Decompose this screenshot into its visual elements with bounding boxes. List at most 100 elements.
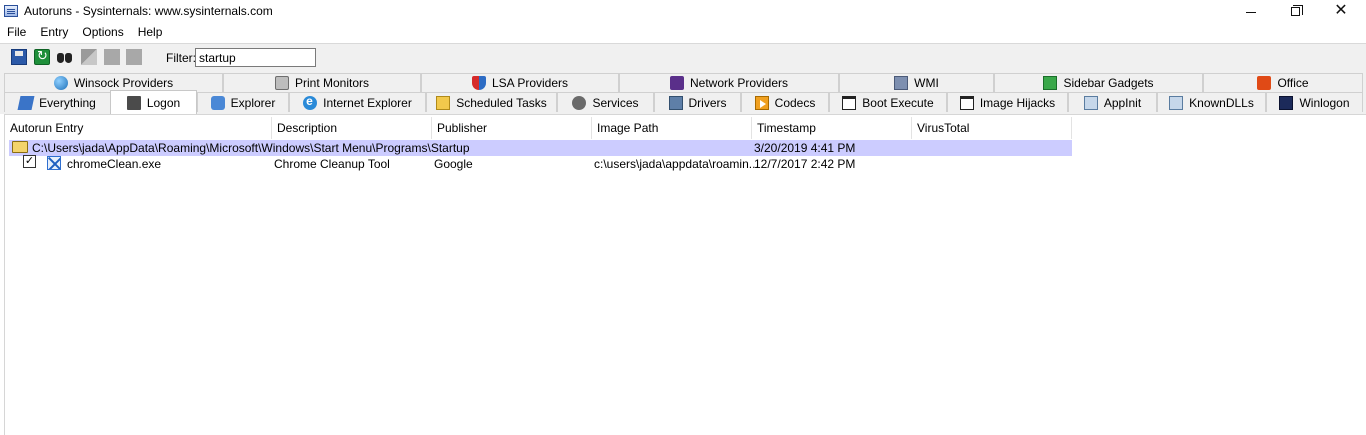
tab-label: Codecs (774, 95, 816, 110)
column-header-virustotal[interactable]: VirusTotal (912, 117, 1072, 139)
tab-codecs[interactable]: Codecs (741, 92, 829, 112)
entry-name: chromeClean.exe (67, 157, 162, 171)
tab-sidebar-gadgets[interactable]: Sidebar Gadgets (994, 73, 1203, 92)
everything-icon (17, 95, 35, 110)
toolbar: Filter: (0, 43, 1366, 70)
tab-logon[interactable]: Logon (110, 90, 197, 114)
boot-execute-icon (842, 95, 857, 110)
tab-label: Everything (39, 95, 96, 110)
group-path: C:\Users\jada\AppData\Roaming\Microsoft\… (32, 141, 470, 155)
drivers-icon (668, 95, 683, 110)
tab-label: Winlogon (1299, 95, 1350, 110)
find-icon[interactable] (57, 49, 73, 65)
entry-enabled-checkbox[interactable]: ✓ (23, 155, 36, 168)
category-tabs: Winsock Providers Print Monitors LSA Pro… (0, 70, 1366, 114)
ie-icon (303, 94, 318, 110)
tab-label: KnownDLLs (1189, 95, 1254, 110)
tab-label: Sidebar Gadgets (1063, 76, 1154, 90)
column-header-timestamp[interactable]: Timestamp (752, 117, 912, 139)
printer-icon (274, 76, 289, 90)
codecs-icon (754, 95, 769, 110)
tab-boot-execute[interactable]: Boot Execute (829, 92, 947, 112)
tab-label: WMI (914, 76, 939, 90)
menu-file[interactable]: File (0, 22, 33, 42)
tab-services[interactable]: Services (557, 92, 654, 112)
group-timestamp: 3/20/2019 4:41 PM (754, 141, 856, 155)
services-icon (572, 95, 587, 110)
maximize-button[interactable] (1272, 0, 1318, 22)
tab-label: Logon (146, 95, 181, 110)
tab-label: Internet Explorer (323, 95, 412, 110)
logon-icon (126, 95, 141, 110)
disabled-tool-icon (104, 49, 120, 65)
filter-input[interactable] (195, 48, 316, 67)
close-button[interactable]: ✕ (1318, 0, 1364, 22)
tab-label: Network Providers (689, 76, 789, 90)
tab-label: AppInit (1103, 95, 1142, 110)
tab-label: Winsock Providers (73, 76, 174, 90)
wmi-icon (894, 76, 909, 90)
tab-winlogon[interactable]: Winlogon (1266, 92, 1363, 112)
tab-label: Scheduled Tasks (456, 95, 547, 110)
chrome-cleanup-icon (47, 156, 61, 170)
winlogon-icon (1279, 95, 1294, 110)
appinit-icon (1083, 95, 1098, 110)
entry-timestamp: 12/7/2017 2:42 PM (754, 157, 856, 171)
tab-label: Drivers (688, 95, 727, 110)
tab-everything[interactable]: Everything (4, 92, 111, 112)
minimize-icon (1246, 11, 1256, 13)
column-header-publisher[interactable]: Publisher (432, 117, 592, 139)
tab-lsa-providers[interactable]: LSA Providers (421, 73, 619, 92)
group-row-startup-folder[interactable]: C:\Users\jada\AppData\Roaming\Microsoft\… (9, 140, 1072, 156)
disabled-tool-icon (126, 49, 142, 65)
tab-print-monitors[interactable]: Print Monitors (223, 73, 421, 92)
autoruns-list[interactable]: Autorun Entry Description Publisher Imag… (4, 114, 1366, 435)
filter-label: Filter: (166, 51, 196, 65)
tab-label: Image Hijacks (979, 95, 1056, 110)
tab-label: Print Monitors (294, 76, 370, 90)
menu-entry[interactable]: Entry (33, 22, 75, 42)
image-hijacks-icon (959, 95, 974, 110)
shield-icon (471, 76, 486, 90)
gadget-icon (1043, 76, 1058, 90)
restore-icon (1290, 4, 1303, 16)
entry-description: Chrome Cleanup Tool (274, 157, 390, 171)
tab-label: Office (1277, 76, 1309, 90)
tab-drivers[interactable]: Drivers (654, 92, 741, 112)
menu-help[interactable]: Help (131, 22, 170, 42)
tab-knowndlls[interactable]: KnownDLLs (1157, 92, 1266, 112)
copy-icon[interactable] (81, 49, 97, 65)
network-icon (669, 76, 684, 90)
refresh-icon[interactable] (34, 48, 50, 65)
office-icon (1257, 76, 1272, 90)
tab-explorer[interactable]: Explorer (197, 92, 289, 112)
column-header-image-path[interactable]: Image Path (592, 117, 752, 139)
title-bar: Autoruns - Sysinternals: www.sysinternal… (0, 0, 1366, 22)
minimize-button[interactable] (1228, 0, 1274, 22)
tab-internet-explorer[interactable]: Internet Explorer (289, 92, 426, 112)
tab-image-hijacks[interactable]: Image Hijacks (947, 92, 1068, 112)
entry-image-path: c:\users\jada\appdata\roamin... (594, 157, 759, 171)
knowndlls-icon (1169, 95, 1184, 110)
column-header-description[interactable]: Description (272, 117, 432, 139)
close-icon: ✕ (1334, 2, 1348, 19)
tab-label: Explorer (230, 95, 276, 110)
table-row[interactable] (5, 155, 1072, 172)
save-icon[interactable] (11, 49, 27, 65)
tab-label: LSA Providers (491, 76, 569, 90)
tab-appinit[interactable]: AppInit (1068, 92, 1157, 112)
menu-options[interactable]: Options (75, 22, 130, 42)
tab-label: Services (592, 95, 639, 110)
column-header-autorun-entry[interactable]: Autorun Entry (5, 117, 272, 139)
tab-wmi[interactable]: WMI (839, 73, 994, 92)
tab-label: Boot Execute (862, 95, 934, 110)
entry-publisher: Google (434, 157, 473, 171)
window-title: Autoruns - Sysinternals: www.sysinternal… (24, 4, 273, 18)
tab-office[interactable]: Office (1203, 73, 1363, 92)
explorer-icon (210, 95, 225, 110)
tab-scheduled-tasks[interactable]: Scheduled Tasks (426, 92, 557, 112)
folder-icon (12, 141, 28, 153)
tab-network-providers[interactable]: Network Providers (619, 73, 839, 92)
tasks-icon (436, 95, 451, 110)
globe-icon (53, 76, 68, 90)
